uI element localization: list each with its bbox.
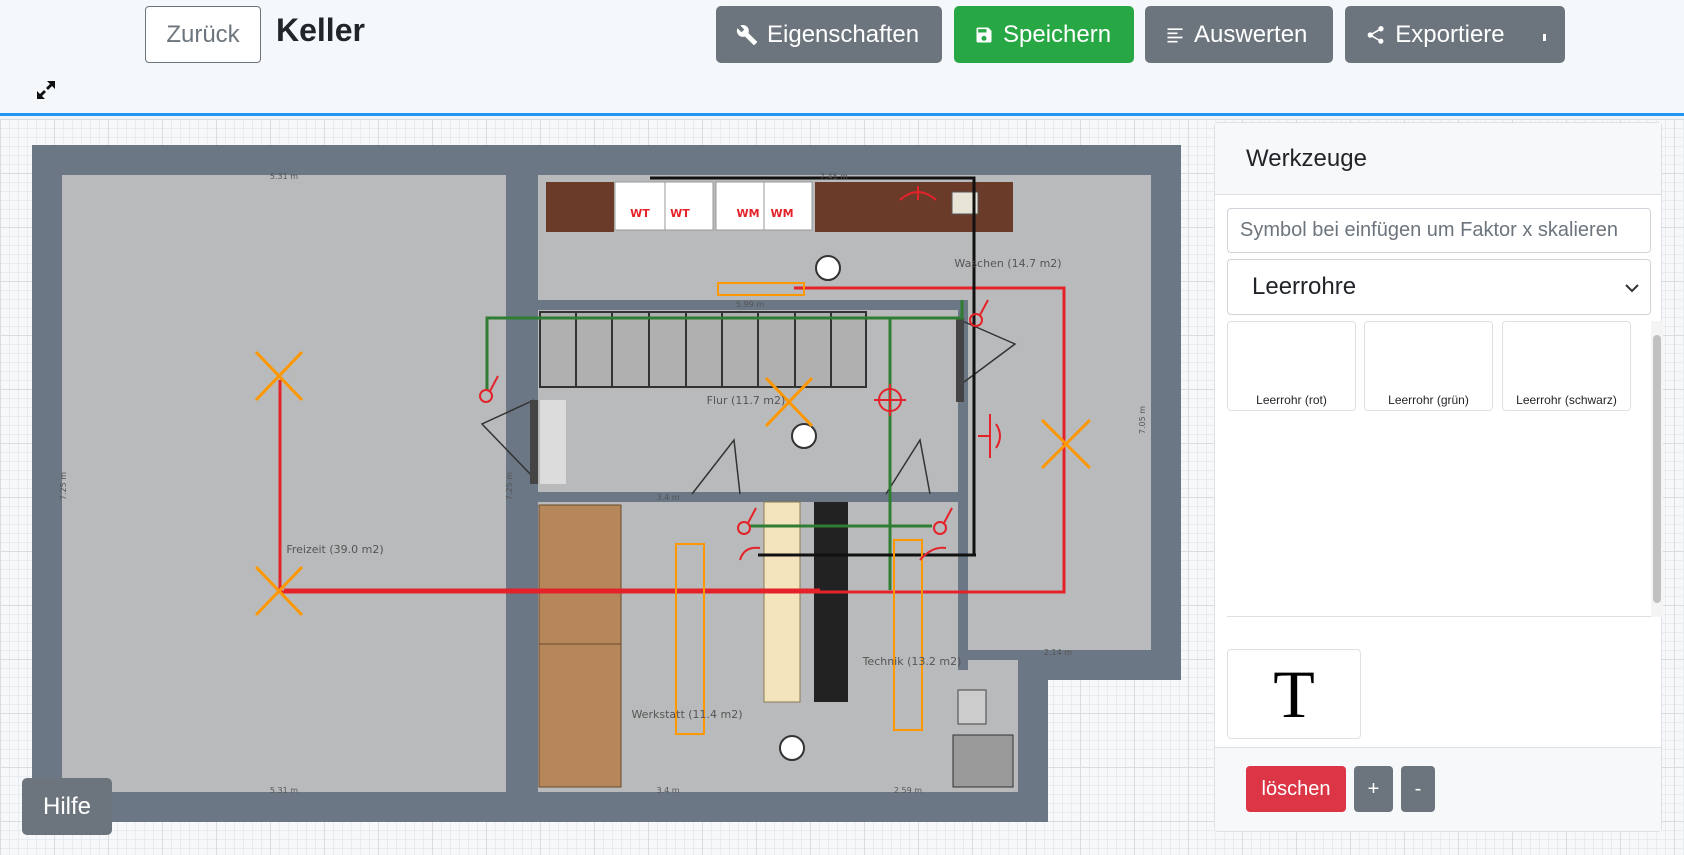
wrench-icon xyxy=(736,24,758,45)
chevron-down-icon xyxy=(1625,284,1639,293)
symbol-label: Leerrohr (schwarz) xyxy=(1516,393,1617,407)
category-select[interactable]: Leerrohre xyxy=(1227,259,1651,315)
properties-button[interactable]: Eigenschaften xyxy=(716,6,942,63)
symbol-conduit-red[interactable]: Leerrohr (rot) xyxy=(1227,321,1356,411)
export-dropdown-toggle[interactable] xyxy=(1505,6,1565,63)
dimension-label: 7.05 m xyxy=(1138,406,1147,434)
room-label-technik: Technik (13.2 m2) xyxy=(862,655,962,668)
symbol-list-scrollbar[interactable] xyxy=(1651,321,1663,617)
symbol-label: Leerrohr (rot) xyxy=(1256,393,1327,407)
door-frame xyxy=(530,400,538,484)
zoom-in-button[interactable]: + xyxy=(1354,766,1393,812)
dimension-label: 3.4 m xyxy=(656,786,679,795)
appliance-label: WM xyxy=(736,207,759,220)
appliance-label: WM xyxy=(770,207,793,220)
door-frame xyxy=(956,318,964,402)
symbol-list: Leerrohr (rot) Leerrohr (grün) Leerrohr … xyxy=(1227,321,1663,617)
room-label-werkstatt: Werkstatt (11.4 m2) xyxy=(631,708,742,721)
scale-factor-input[interactable] xyxy=(1227,208,1651,253)
category-value: Leerrohre xyxy=(1252,273,1357,300)
back-button[interactable]: Zurück xyxy=(145,6,261,63)
room-freizeit[interactable] xyxy=(62,175,506,792)
dimension-label: 7.45 m xyxy=(820,172,848,181)
expand-arrows-icon[interactable] xyxy=(34,78,58,102)
tools-title: Werkzeuge xyxy=(1215,123,1661,195)
counter xyxy=(815,182,1013,232)
door-panel xyxy=(540,400,566,484)
washer xyxy=(664,181,714,231)
dimension-label: 7.25 m xyxy=(59,472,68,500)
shelf-light xyxy=(763,501,801,703)
scrollbar-thumb[interactable] xyxy=(1653,335,1661,603)
toolbar-header: Zurück Keller Eigenschaften Speichern Au… xyxy=(0,0,1684,116)
tools-footer: löschen + - xyxy=(1215,747,1661,831)
dimension-label: 5.31 m xyxy=(270,786,298,795)
symbol-label: Leerrohr (grün) xyxy=(1388,393,1469,407)
tools-panel: Werkzeuge Leerrohre Leerrohr (rot) Leerr… xyxy=(1214,122,1663,832)
share-icon xyxy=(1367,25,1384,44)
workbench xyxy=(538,504,622,788)
appliance-label: WT xyxy=(630,207,650,220)
appliance-label: WT xyxy=(670,207,690,220)
appliance-box xyxy=(952,734,1014,788)
caret-down-icon xyxy=(1543,34,1546,41)
room-label-waschen: Waschen (14.7 m2) xyxy=(954,257,1061,270)
dimension-label: 2.14 m xyxy=(1044,648,1072,657)
page-title: Keller xyxy=(276,12,365,48)
staircase xyxy=(539,311,867,388)
dimension-label: 5.99 m xyxy=(736,300,764,309)
room-label-freizeit: Freizeit (39.0 m2) xyxy=(286,543,383,556)
delete-button[interactable]: löschen xyxy=(1246,766,1346,812)
counter xyxy=(546,182,614,232)
help-button[interactable]: Hilfe xyxy=(22,778,112,835)
inner-wall xyxy=(538,492,968,502)
dimension-label: 5.31 m xyxy=(270,172,298,181)
dimension-label: 3.4 m xyxy=(656,493,679,502)
washer xyxy=(715,181,765,231)
washer xyxy=(763,181,813,231)
floor-plan[interactable]: WT WT WM WM Freizeit (39.0 m2) Flur (11.… xyxy=(0,119,1210,855)
text-lines-icon xyxy=(1167,27,1183,42)
dimension-label: 2.59 m xyxy=(894,786,922,795)
export-label: Exportieren xyxy=(1395,20,1518,48)
washer xyxy=(614,181,666,231)
appliance-box xyxy=(957,689,987,725)
symbol-conduit-green[interactable]: Leerrohr (grün) xyxy=(1364,321,1493,411)
save-label: Speichern xyxy=(1003,20,1112,48)
symbol-conduit-black[interactable]: Leerrohr (schwarz) xyxy=(1502,321,1631,411)
room-label-flur: Flur (11.7 m2) xyxy=(707,394,786,407)
dimension-label: 7.25 m xyxy=(505,472,514,500)
evaluate-button[interactable]: Auswerten xyxy=(1145,6,1333,63)
evaluate-label: Auswerten xyxy=(1194,20,1308,48)
zoom-out-button[interactable]: - xyxy=(1401,766,1435,812)
shelf-dark xyxy=(814,502,848,702)
room-waschen-lower[interactable] xyxy=(968,300,1151,650)
floppy-disk-icon xyxy=(976,27,992,42)
text-tool-button[interactable]: T xyxy=(1227,649,1361,739)
properties-label: Eigenschaften xyxy=(767,20,920,48)
save-button[interactable]: Speichern xyxy=(954,6,1134,63)
